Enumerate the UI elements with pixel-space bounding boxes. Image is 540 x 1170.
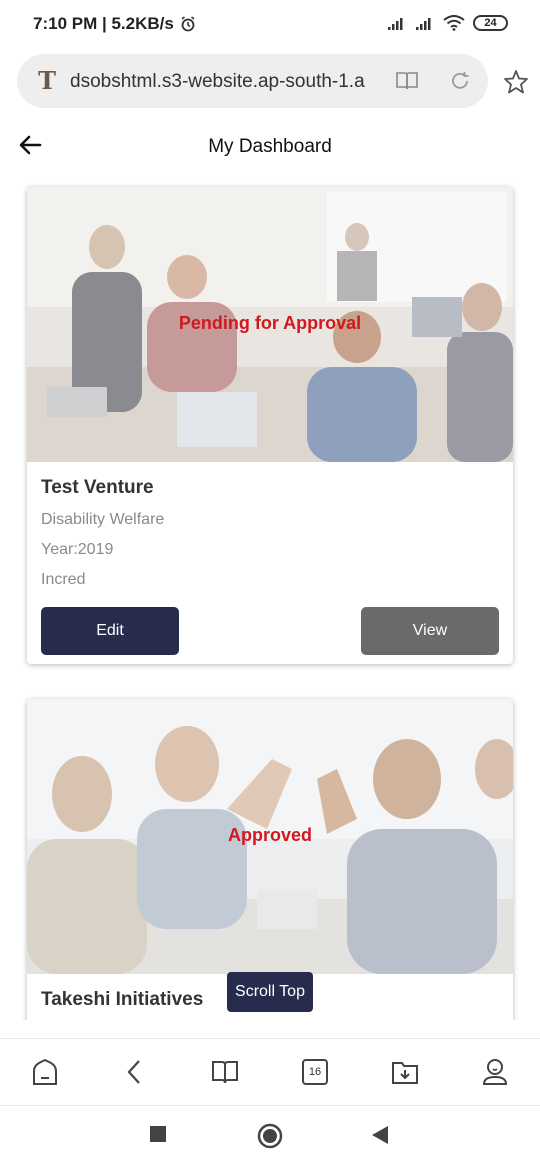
content-edge [0,1020,540,1038]
venture-image: Approved [27,699,513,974]
downloads-button[interactable] [390,1057,420,1087]
bookmark-star-icon[interactable] [503,69,529,95]
screen: 7:10 PM | 5.2KB/s 24 T dsobshtml.s3-webs… [0,0,540,1170]
url-text[interactable]: dsobshtml.s3-website.ap-south-1.a [70,71,388,93]
signal-icon [388,18,403,30]
back-triangle-icon[interactable] [371,1125,389,1145]
status-label: Approved [227,825,312,845]
status-right: 24 [387,15,508,31]
wifi-icon [443,15,465,31]
card-organization: Incred [41,571,86,588]
status-bar: 7:10 PM | 5.2KB/s 24 [0,0,540,50]
home-icon [33,1058,57,1085]
status-left: 7:10 PM | 5.2KB/s [33,14,196,34]
venture-image: Pending for Approval [27,187,513,462]
back-button[interactable] [119,1057,149,1087]
home-circle-icon[interactable] [257,1123,283,1149]
status-time-speed: 7:10 PM | 5.2KB/s [33,14,174,33]
system-nav-bar [0,1107,540,1170]
profile-icon [482,1059,508,1085]
card-year: Year:2019 [41,541,114,558]
status-label: Pending for Approval [178,313,362,333]
card-category: Disability Welfare [41,511,165,528]
page-header: My Dashboard [0,112,540,182]
view-button[interactable]: View [361,607,499,655]
reader-mode-icon[interactable] [395,70,419,92]
signal-icon-2 [416,18,431,30]
reload-icon[interactable] [449,70,471,92]
url-bar[interactable]: T dsobshtml.s3-website.ap-south-1.a [17,54,488,108]
battery-indicator: 24 [473,15,508,31]
card-title: Takeshi Initiatives [41,989,204,1010]
recents-square-icon[interactable] [149,1125,167,1143]
home-button[interactable] [30,1057,60,1087]
book-icon [212,1061,238,1084]
download-folder-icon [392,1062,418,1084]
profile-button[interactable] [480,1057,510,1087]
scroll-top-button[interactable]: Scroll Top [227,972,313,1012]
chevron-left-icon [127,1060,140,1084]
page-title: My Dashboard [208,136,332,157]
venture-card: Pending for Approval Test Venture Disabi… [27,187,513,664]
tabs-button[interactable]: 16 [300,1057,330,1087]
alarm-icon [181,16,195,32]
browser-toolbar: 16 [0,1038,540,1106]
site-favicon-icon: T [38,66,56,95]
reading-list-button[interactable] [210,1057,240,1087]
card-title: Test Venture [41,477,154,498]
edit-button[interactable]: Edit [41,607,179,655]
tabs-count: 16 [302,1059,328,1085]
